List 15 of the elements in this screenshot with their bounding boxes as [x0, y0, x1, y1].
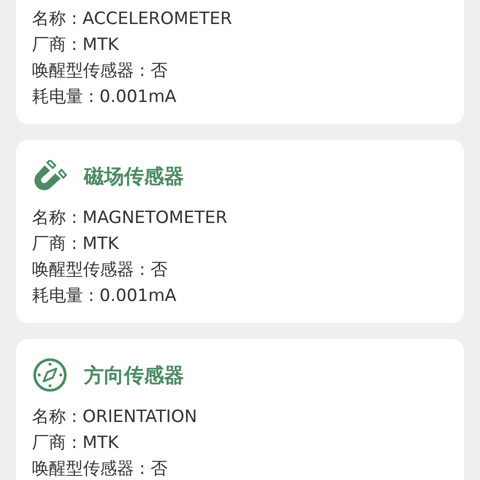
sensor-info: 名称 : ACCELEROMETER	[32, 8, 234, 31]
sensor-info: 厂商 : MTK	[32, 34, 120, 57]
compass-icon	[32, 357, 68, 393]
sensor-info: 唤醒型传感器 : 否	[32, 259, 169, 282]
sensor-title: 磁场传感器	[84, 162, 184, 190]
sensor-info: 耗电量 : 0.001mA	[32, 86, 178, 109]
sensor-info: 厂商 : MTK	[32, 233, 120, 256]
sensor-info: 名称 : ORIENTATION	[32, 406, 198, 429]
sensor-info: 名称 : MAGNETOMETER	[32, 207, 228, 230]
sensor-title: 方向传感器	[84, 362, 184, 388]
sensor-info: 厂商 : MTK	[32, 432, 120, 455]
sensor-info: 唤醒型传感器 : 否	[32, 60, 169, 83]
magnet-icon	[32, 160, 68, 192]
sensor-info: 耗电量 : 0.001mA	[32, 285, 178, 308]
sensor-info: 唤醒型传感器 : 否	[32, 458, 169, 480]
